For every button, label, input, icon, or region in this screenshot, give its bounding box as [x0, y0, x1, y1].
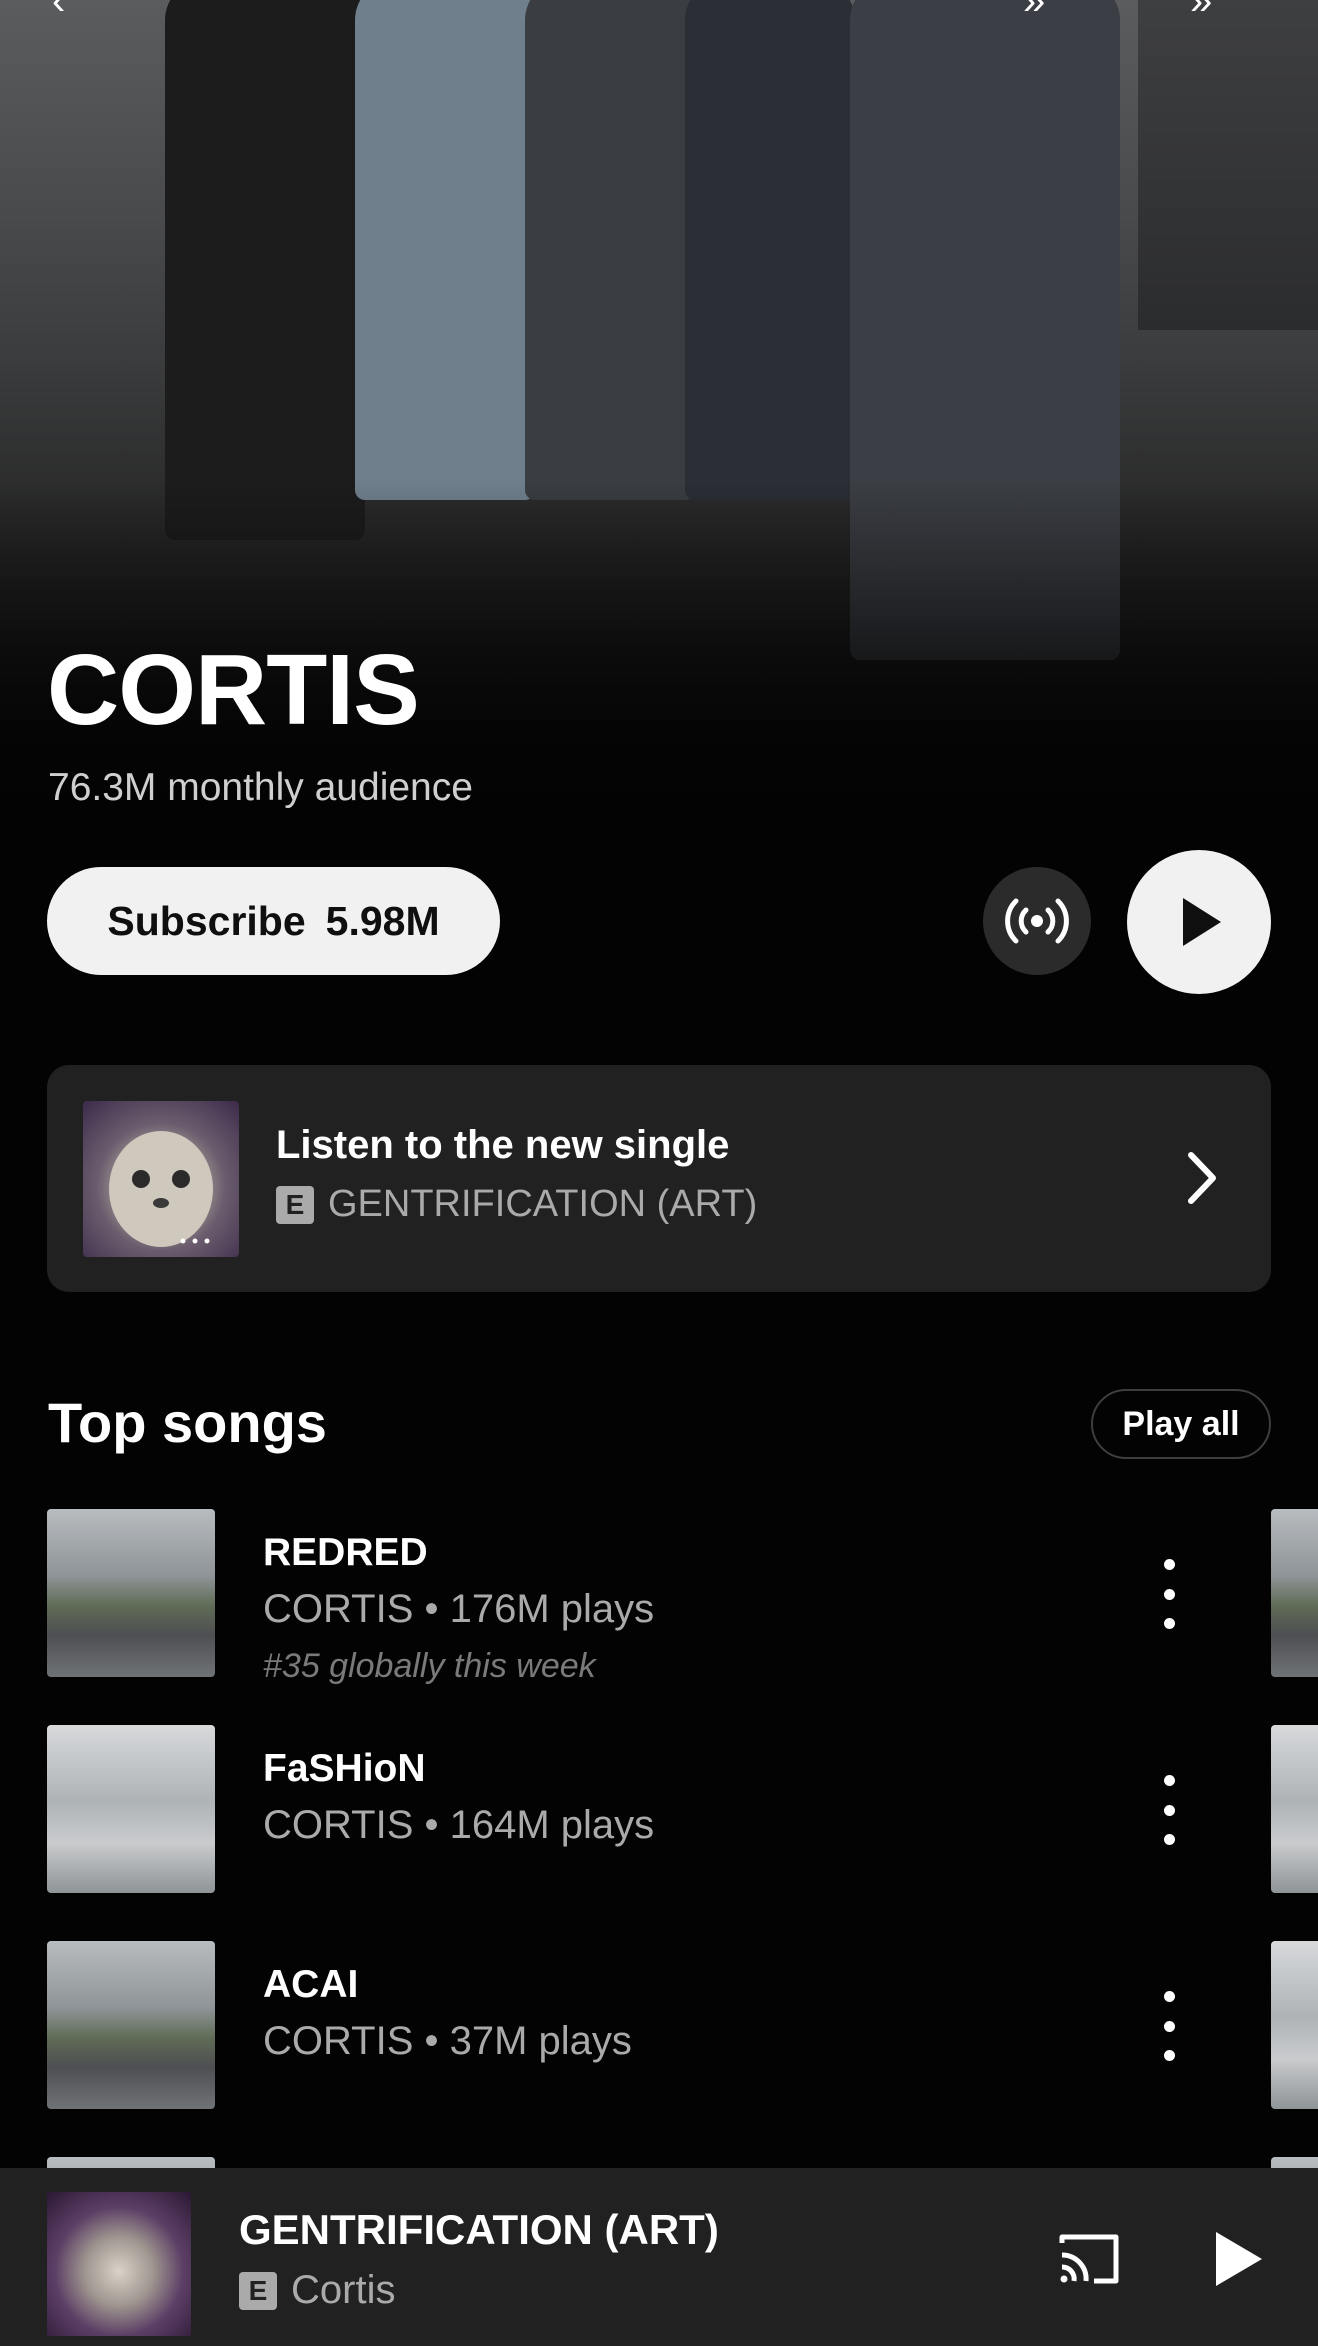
subscribe-label: Subscribe	[107, 897, 306, 944]
seal-artwork	[109, 1131, 213, 1247]
song-meta: CORTIS • 176M plays	[263, 1587, 655, 1631]
new-single-subtitle: E GENTRIFICATION (ART)	[276, 1183, 757, 1226]
song-title: ACAI	[263, 1963, 359, 2006]
mini-player[interactable]: GENTRIFICATION (ART) E Cortis	[0, 2168, 1318, 2346]
artist-radio-button[interactable]	[983, 867, 1091, 975]
song-title: FaSHioN	[263, 1747, 426, 1790]
menu-icon[interactable]: »	[1190, 0, 1240, 21]
new-single-card[interactable]: Listen to the new single E GENTRIFICATIO…	[47, 1065, 1271, 1292]
radio-broadcast-icon	[1005, 898, 1069, 944]
play-icon	[1183, 898, 1221, 946]
back-arrow-icon[interactable]: ‹	[52, 0, 102, 21]
hero-figure	[355, 0, 535, 500]
hero-figure	[165, 0, 365, 540]
monthly-audience: 76.3M monthly audience	[48, 766, 473, 809]
top-songs-title: Top songs	[48, 1391, 327, 1454]
mini-player-subtitle: E Cortis	[239, 2268, 395, 2313]
new-single-heading: Listen to the new single	[276, 1123, 730, 1167]
share-icon[interactable]: »	[1023, 0, 1073, 21]
play-icon[interactable]	[1206, 2228, 1268, 2290]
new-single-title: GENTRIFICATION (ART)	[328, 1183, 758, 1225]
mini-player-title: GENTRIFICATION (ART)	[239, 2206, 719, 2253]
more-options-icon[interactable]	[1149, 1775, 1189, 1845]
song-meta: CORTIS • 37M plays	[263, 2019, 632, 2063]
next-column-thumbnail	[1271, 1509, 1318, 1677]
hero-figure	[525, 0, 695, 500]
song-chart-rank: #35 globally this week	[263, 1647, 596, 1685]
song-thumbnail	[47, 1509, 215, 1677]
mini-player-cover-art	[47, 2192, 191, 2336]
hero-figure	[685, 0, 855, 500]
chevron-right-icon	[1188, 1152, 1216, 1204]
subscriber-count: 5.98M	[325, 897, 440, 944]
song-meta: CORTIS • 164M plays	[263, 1803, 655, 1847]
next-column-thumbnail	[1271, 1725, 1318, 1893]
mini-player-artist: Cortis	[291, 2268, 396, 2312]
shuffle-play-button[interactable]	[1127, 850, 1271, 994]
song-title: REDRED	[263, 1531, 428, 1574]
single-cover-art	[83, 1101, 239, 1257]
hero-background-wall	[1138, 0, 1318, 330]
more-options-icon[interactable]	[1149, 1559, 1189, 1629]
song-row[interactable]: FaSHioN CORTIS • 164M plays	[0, 1725, 1318, 1893]
next-column-thumbnail	[1271, 1941, 1318, 2109]
explicit-badge: E	[239, 2271, 277, 2310]
explicit-badge: E	[276, 1185, 314, 1224]
cast-icon[interactable]	[1054, 2229, 1124, 2289]
play-all-button[interactable]: Play all	[1091, 1389, 1271, 1459]
song-thumbnail	[47, 1941, 215, 2109]
song-thumbnail	[47, 1725, 215, 1893]
song-row[interactable]: ACAI CORTIS • 37M plays	[0, 1941, 1318, 2109]
artist-name: CORTIS	[47, 634, 420, 746]
song-row[interactable]: REDRED CORTIS • 176M plays #35 globally …	[0, 1509, 1318, 1685]
more-options-icon[interactable]	[1149, 1991, 1189, 2061]
subscribe-button[interactable]: Subscribe 5.98M	[47, 867, 500, 975]
